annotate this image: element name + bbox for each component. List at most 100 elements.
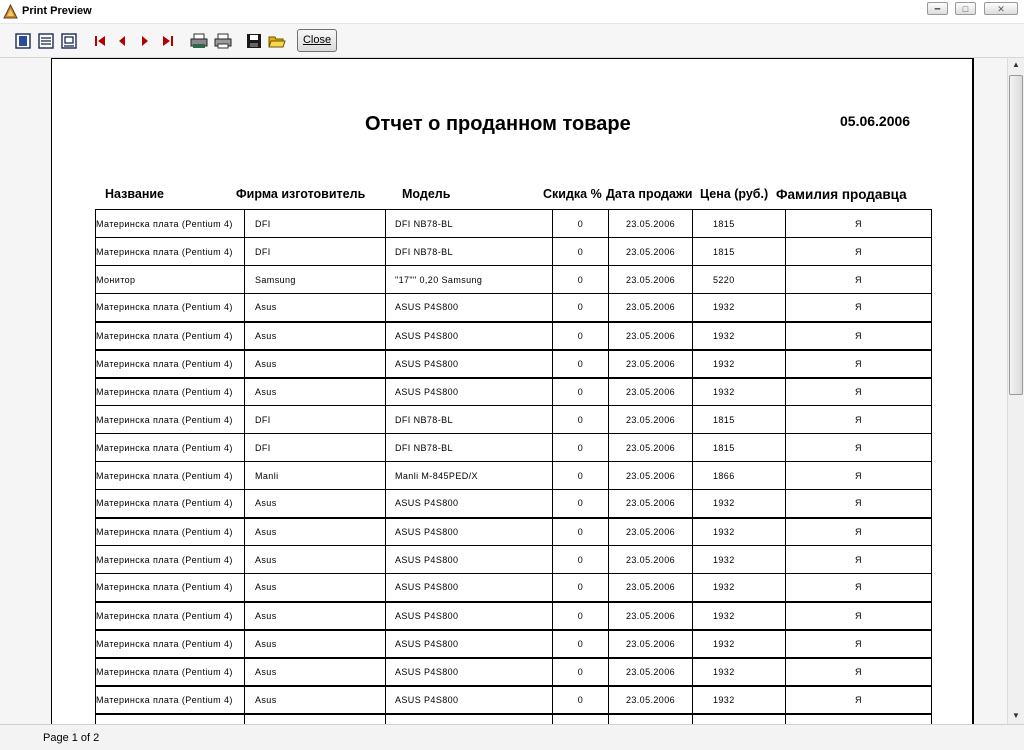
table-row: Материнска плата (Pentium 4) DFI DFI NB78-… [95, 209, 932, 238]
table-row: Материнска плата (Pentium 4) Asus ASUS P4S… [95, 348, 932, 378]
print-setup-icon[interactable] [190, 32, 208, 50]
table-cell: 23.05.2006 [608, 516, 693, 546]
table-cell: Материнска плата (Pentium 4) [95, 461, 245, 490]
table-cell: 23.05.2006 [608, 209, 693, 238]
table-cell [608, 712, 693, 724]
table-row: Материнска плата (Pentium 4) Manli Manli M… [95, 461, 932, 490]
open-folder-icon[interactable] [268, 32, 286, 50]
table-cell: 23.05.2006 [608, 545, 693, 574]
table-cell: 1932 [692, 293, 786, 322]
table-row: Материнска плата (Pentium 4) DFI DFI NB78-… [95, 237, 932, 266]
table-cell: DFI [244, 209, 386, 238]
table-cell: Я [785, 376, 932, 406]
table-cell: Asus [244, 516, 386, 546]
report-date: 05.06.2006 [840, 113, 911, 129]
table-cell: 1932 [692, 600, 786, 630]
table-cell: 1932 [692, 516, 786, 546]
table-cell: 23.05.2006 [608, 656, 693, 686]
column-header: Модель [402, 187, 451, 201]
report-title: Отчет о проданном товаре [365, 113, 631, 135]
table-cell: 1815 [692, 405, 786, 434]
table-cell: Материнска плата (Pentium 4) [95, 405, 245, 434]
table-cell: Я [785, 628, 932, 658]
page-width-icon[interactable] [37, 32, 55, 50]
column-header: Цена (руб.) [700, 187, 769, 201]
save-icon[interactable] [245, 32, 263, 50]
table-cell: Asus [244, 573, 386, 602]
table-cell: 23.05.2006 [608, 348, 693, 378]
table-cell: "17"" 0,20 Samsung [385, 265, 553, 294]
table-cell: Manli [244, 461, 386, 490]
table-row: Материнска плата (Pentium 4) DFI DFI NB78-… [95, 405, 932, 434]
one-page-icon[interactable] [14, 32, 32, 50]
report-page: Отчет о проданном товаре 05.06.2006 Назв… [51, 58, 974, 724]
table-cell: 23.05.2006 [608, 600, 693, 630]
column-header: Название [105, 187, 165, 201]
table-cell: ASUS P4S800 [385, 348, 553, 378]
table-cell: 0 [552, 405, 609, 434]
table-cell: DFI [244, 433, 386, 462]
window-title: Print Preview [22, 5, 92, 17]
vertical-scrollbar[interactable]: ▲ ▼ [1007, 58, 1024, 724]
previous-page-icon[interactable] [113, 32, 131, 50]
table-cell [692, 712, 786, 724]
table-row: Материнска плата (Pentium 4) Asus ASUS P4S… [95, 489, 932, 518]
table-cell: ASUS P4S800 [385, 320, 553, 350]
table-cell: 1932 [692, 320, 786, 350]
table-row: Материнска плата (Pentium 4) Asus ASUS P4S… [95, 656, 932, 686]
table-cell: 1815 [692, 209, 786, 238]
table-cell [552, 712, 609, 724]
table-cell: 1932 [692, 489, 786, 518]
table-cell: ASUS P4S800 [385, 600, 553, 630]
table-cell: Я [785, 405, 932, 434]
table-cell: 23.05.2006 [608, 237, 693, 266]
scroll-down-icon[interactable]: ▼ [1012, 711, 1020, 720]
table-cell: Я [785, 684, 932, 714]
table-cell: Материнска плата (Pentium 4) [95, 293, 245, 322]
print-icon[interactable] [214, 32, 232, 50]
preview-area[interactable]: Отчет о проданном товаре 05.06.2006 Назв… [0, 58, 1007, 724]
table-cell: 0 [552, 656, 609, 686]
maximize-button[interactable]: □ [955, 2, 976, 15]
scroll-up-icon[interactable]: ▲ [1012, 60, 1020, 69]
table-row: Монитор Samsung "17"" 0,20 Samsung 0 23.05.2… [95, 265, 932, 294]
table-cell: 0 [552, 293, 609, 322]
minimize-button[interactable]: ━ [927, 2, 948, 15]
table-cell: Я [785, 489, 932, 518]
table-cell: 23.05.2006 [608, 293, 693, 322]
table-cell: 5220 [692, 265, 786, 294]
table-cell: 23.05.2006 [608, 628, 693, 658]
page-indicator: Page 1 of 2 [43, 732, 100, 744]
app-icon [3, 4, 18, 19]
table-cell: Я [785, 320, 932, 350]
table-cell: Я [785, 516, 932, 546]
table-cell: 0 [552, 461, 609, 490]
toolbar: Close [0, 24, 1024, 58]
table-cell: DFI [244, 237, 386, 266]
close-window-button[interactable]: ✕ [984, 2, 1018, 15]
table-cell: 0 [552, 433, 609, 462]
close-icon: ✕ [997, 4, 1005, 14]
table-cell: Материнска плата (Pentium 4) [95, 545, 245, 574]
table-cell: Материнска плата (Pentium 4) [95, 516, 245, 546]
table-cell: ASUS P4S800 [385, 684, 553, 714]
table-cell: 23.05.2006 [608, 265, 693, 294]
close-button[interactable]: Close [297, 29, 337, 52]
table-cell: 23.05.2006 [608, 433, 693, 462]
table-cell: 0 [552, 545, 609, 574]
table-cell: Материнска плата (Pentium 4) [95, 376, 245, 406]
table-cell: 0 [552, 600, 609, 630]
table-cell [244, 712, 386, 724]
maximize-icon: □ [962, 4, 969, 14]
table-cell: Материнска плата (Pentium 4) [95, 600, 245, 630]
table-cell: 1932 [692, 656, 786, 686]
next-page-icon[interactable] [136, 32, 154, 50]
scroll-thumb[interactable] [1009, 75, 1023, 395]
table-cell: Я [785, 656, 932, 686]
first-page-icon[interactable] [91, 32, 109, 50]
table-cell: 1932 [692, 573, 786, 602]
last-page-icon[interactable] [159, 32, 177, 50]
table-cell: 1932 [692, 348, 786, 378]
zoom-fit-icon[interactable] [60, 32, 78, 50]
table-cell: 1815 [692, 433, 786, 462]
